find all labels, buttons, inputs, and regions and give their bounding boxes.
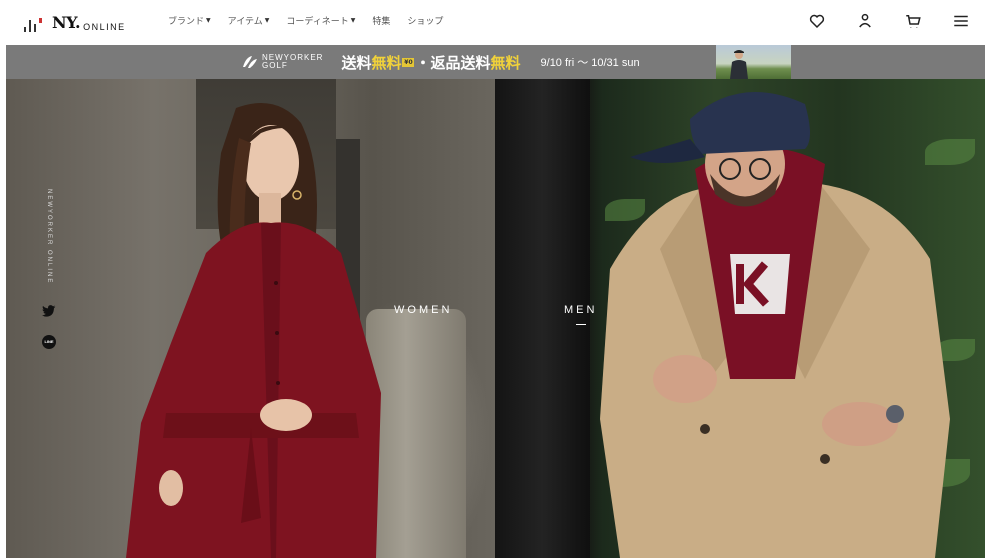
- vertical-brand-text: NEWYORKER ONLINE: [46, 189, 52, 285]
- menu-icon: [954, 15, 968, 27]
- menu-button[interactable]: [937, 8, 985, 34]
- nav-item-label: ブランド: [168, 17, 205, 27]
- site-header: NY. ONLINE ブランド ▼ アイテム ▼ コーディネート ▼ 特集 ショ…: [0, 0, 985, 44]
- woman-model-figure: [126, 103, 381, 558]
- nav-item-item[interactable]: アイテム ▼: [228, 14, 270, 27]
- man-model-figure: [600, 92, 950, 558]
- nav-item-shop[interactable]: ショップ: [407, 14, 443, 27]
- promo-text-return: ・返品送料: [415, 53, 491, 72]
- golf-brand-text: NEWYORKER GOLF: [262, 54, 323, 70]
- yen-zero-badge: ¥0: [402, 57, 415, 67]
- heart-icon: [809, 14, 825, 29]
- golfer-photo: [716, 45, 791, 79]
- promo-banner-content: NEWYORKER GOLF 送料 無料 ¥0 ・返品送料 無料 9/10 fr…: [242, 45, 640, 79]
- cart-icon: [906, 15, 921, 28]
- line-icon[interactable]: LINE: [42, 335, 56, 349]
- men-link[interactable]: MEN: [564, 304, 597, 316]
- promo-date-range: 9/10 fri ～ 10/31 sun: [540, 57, 640, 69]
- account-button[interactable]: [841, 8, 889, 34]
- nav-item-coordinate[interactable]: コーディネート ▼: [286, 14, 355, 27]
- men-hero-panel[interactable]: [495, 79, 985, 558]
- header-icon-group: [793, 8, 985, 34]
- women-hero-panel[interactable]: [6, 79, 495, 558]
- logo-mark-icon: [24, 18, 42, 32]
- newyorker-golf-logo: NEWYORKER GOLF: [242, 54, 323, 70]
- promo-text-free-2: 無料: [490, 53, 521, 72]
- user-icon: [859, 13, 871, 28]
- nav-item-label: アイテム: [227, 17, 263, 27]
- nav-item-label: コーディネート: [286, 17, 349, 27]
- promo-text-shipping: 送料: [341, 53, 372, 72]
- caret-down-icon: ▼: [350, 17, 356, 24]
- promo-headline: 送料 無料 ¥0 ・返品送料 無料: [341, 52, 520, 73]
- site-logo[interactable]: NY. ONLINE: [24, 12, 126, 32]
- main-nav: ブランド ▼ アイテム ▼ コーディネート ▼ 特集 ショップ: [168, 14, 443, 27]
- caret-down-icon: ▼: [264, 17, 270, 24]
- black-wooden-post: [495, 79, 590, 558]
- cart-button[interactable]: [889, 8, 937, 34]
- caret-down-icon: ▼: [206, 17, 211, 24]
- favorite-button[interactable]: [793, 8, 841, 34]
- promo-text-free: 無料: [371, 53, 402, 72]
- golf-leaf-icon: [243, 56, 257, 68]
- twitter-icon[interactable]: [42, 305, 56, 317]
- golfer-figure: [730, 50, 748, 79]
- nav-item-label: ショップ: [407, 17, 444, 27]
- women-link[interactable]: WOMEN: [394, 304, 452, 316]
- golf-brand-line2: GOLF: [262, 61, 288, 70]
- nav-item-label: 特集: [372, 17, 391, 27]
- logo-text: NY.: [52, 13, 81, 32]
- logo-subtext: ONLINE: [83, 22, 126, 32]
- men-active-underline: [576, 324, 586, 325]
- nav-item-feature[interactable]: 特集: [372, 14, 390, 27]
- promo-banner[interactable]: NEWYORKER GOLF 送料 無料 ¥0 ・返品送料 無料 9/10 fr…: [6, 45, 985, 79]
- hero-section: NEWYORKER ONLINE LINE WOMEN MEN: [6, 79, 985, 558]
- nav-item-brand[interactable]: ブランド ▼: [168, 14, 211, 27]
